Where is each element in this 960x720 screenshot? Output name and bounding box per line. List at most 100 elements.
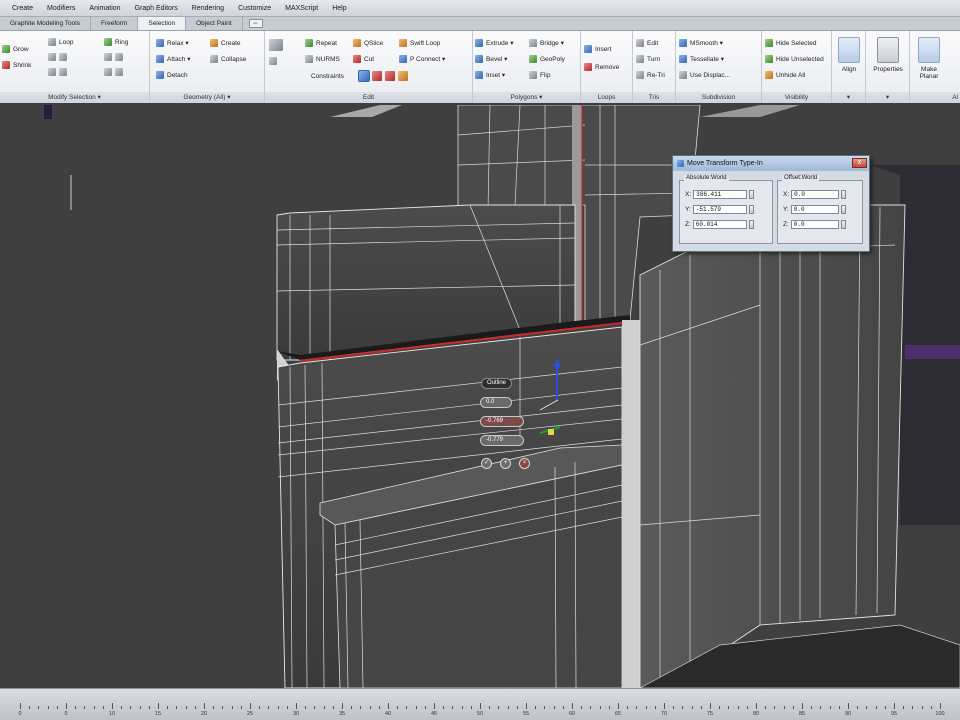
constraint-edge-icon[interactable] bbox=[372, 71, 382, 81]
loop-shift-button[interactable] bbox=[48, 53, 67, 61]
hide-selected-button[interactable]: Hide Selected bbox=[765, 39, 816, 47]
attach-button[interactable]: Attach ▾ bbox=[156, 55, 191, 63]
turn-button[interactable]: Turn bbox=[636, 55, 660, 63]
menu-rendering[interactable]: Rendering bbox=[192, 5, 224, 12]
timeline-minor-tick bbox=[424, 706, 426, 709]
bridge-button[interactable]: Bridge ▾ bbox=[529, 39, 564, 47]
timeline-ruler[interactable]: 0 5 10 15 20 25 30 35 40 45 50 55 60 65 70 75 80 85 90 95 10… bbox=[0, 688, 960, 720]
make-planar-icon[interactable] bbox=[918, 37, 940, 63]
unhide-all-icon bbox=[765, 71, 773, 79]
timeline-minor-tick bbox=[489, 706, 491, 709]
ring-mode-button[interactable] bbox=[104, 68, 123, 76]
bevel-button[interactable]: Bevel ▾ bbox=[475, 55, 507, 63]
hide-unselected-button[interactable]: Hide Unselected bbox=[765, 55, 824, 63]
constraint-none-icon[interactable] bbox=[358, 70, 370, 82]
panel-label-polygons[interactable]: Polygons ▾ bbox=[473, 92, 580, 103]
tab-object-paint[interactable]: Object Paint bbox=[186, 17, 243, 30]
inset-button[interactable]: Inset ▾ bbox=[475, 71, 505, 79]
timeline-minor-tick bbox=[369, 706, 371, 709]
detach-button[interactable]: Detach bbox=[156, 71, 188, 79]
ribbon-minimize-toggle[interactable]: ▫▫ bbox=[248, 19, 263, 28]
absolute-y-spinner[interactable] bbox=[748, 205, 754, 214]
panel-label-modify-selection[interactable]: Modify Selection ▾ bbox=[0, 92, 149, 103]
caddy-ok-button[interactable]: ✓ bbox=[481, 458, 492, 469]
timeline-minor-tick bbox=[277, 706, 279, 709]
tab-selection[interactable]: Selection bbox=[138, 17, 187, 30]
menu-customize[interactable]: Customize bbox=[238, 5, 271, 12]
panel-label-align[interactable]: ▾ bbox=[832, 92, 865, 103]
align-icon[interactable] bbox=[838, 37, 860, 63]
timeline-minor-tick bbox=[176, 706, 178, 709]
constraint-normal-icon[interactable] bbox=[398, 71, 408, 81]
ring-shift-button[interactable] bbox=[104, 53, 123, 61]
absolute-x-field[interactable]: 386.411 bbox=[693, 190, 748, 199]
panel-label-properties[interactable]: ▾ bbox=[866, 92, 909, 103]
menu-graph-editors[interactable]: Graph Editors bbox=[135, 5, 178, 12]
menu-create[interactable]: Create bbox=[12, 5, 33, 12]
tab-graphite-modeling-tools[interactable]: Graphite Modeling Tools bbox=[0, 17, 91, 30]
geopoly-button[interactable]: GeoPoly bbox=[529, 55, 565, 63]
loop-mode-button[interactable] bbox=[48, 68, 67, 76]
gizmo-plane-handle[interactable] bbox=[548, 429, 554, 435]
timeline-minor-tick bbox=[875, 706, 877, 709]
use-displace-button[interactable]: Use Displac... bbox=[679, 71, 730, 79]
dialog-titlebar[interactable]: Move Transform Type-In bbox=[673, 156, 869, 171]
constraint-face-icon[interactable] bbox=[385, 71, 395, 81]
insert-loop-button[interactable]: Insert bbox=[584, 45, 611, 53]
caddy-apply-button[interactable]: + bbox=[500, 458, 511, 469]
panel-label-geometry[interactable]: Geometry (All) ▾ bbox=[150, 92, 264, 103]
loop-button[interactable]: Loop bbox=[48, 38, 73, 46]
tessellate-icon bbox=[679, 55, 687, 63]
settings-button[interactable] bbox=[269, 57, 277, 65]
menu-animation[interactable]: Animation bbox=[89, 5, 120, 12]
absolute-y-field[interactable]: -51.579 bbox=[692, 205, 747, 214]
offset-y-spinner[interactable] bbox=[840, 205, 846, 214]
caddy-field-3[interactable]: -0.779 bbox=[480, 435, 524, 446]
cut-button[interactable]: Cut bbox=[353, 55, 374, 63]
timeline-minor-tick bbox=[443, 706, 445, 709]
dialog-close-button[interactable]: x bbox=[852, 158, 867, 168]
absolute-z-spinner[interactable] bbox=[748, 220, 754, 229]
grow-button[interactable]: Grow bbox=[2, 45, 29, 53]
ring-button[interactable]: Ring bbox=[104, 38, 128, 46]
remove-loop-button[interactable]: Remove bbox=[584, 63, 619, 71]
offset-z-field[interactable]: 0.0 bbox=[790, 220, 839, 229]
panel-label-edit: Edit bbox=[265, 92, 472, 103]
tab-freeform[interactable]: Freeform bbox=[91, 17, 139, 30]
flip-button[interactable]: Flip bbox=[529, 71, 550, 79]
caddy-cancel-button[interactable]: × bbox=[519, 458, 530, 469]
timeline-tick-label: 30 bbox=[292, 711, 300, 717]
timeline-tick bbox=[664, 703, 665, 709]
qslice-button[interactable]: QSlice bbox=[353, 39, 383, 47]
unhide-all-button[interactable]: Unhide All bbox=[765, 71, 805, 79]
properties-icon[interactable] bbox=[877, 37, 899, 63]
offset-x-field[interactable]: 0.0 bbox=[791, 190, 840, 199]
menu-help[interactable]: Help bbox=[332, 5, 346, 12]
collapse-button[interactable]: Collapse bbox=[210, 55, 246, 63]
shrink-button[interactable]: Shrink bbox=[2, 61, 31, 69]
offset-x-spinner[interactable] bbox=[841, 190, 847, 199]
tessellate-button[interactable]: Tessellate ▾ bbox=[679, 55, 724, 63]
absolute-x-spinner[interactable] bbox=[749, 190, 755, 199]
absolute-z-field[interactable]: 60.014 bbox=[692, 220, 747, 229]
timeline-minor-tick bbox=[774, 706, 776, 709]
preserve-uvs-button[interactable] bbox=[269, 39, 283, 51]
relax-button[interactable]: Relax ▾ bbox=[156, 39, 189, 47]
menu-maxscript[interactable]: MAXScript bbox=[285, 5, 318, 12]
edit-tris-button[interactable]: Edit bbox=[636, 39, 658, 47]
nurms-button[interactable]: NURMS bbox=[305, 55, 340, 63]
p-connect-button[interactable]: P Connect ▾ bbox=[399, 55, 445, 63]
create-button[interactable]: Create bbox=[210, 39, 241, 47]
swift-loop-button[interactable]: Swift Loop bbox=[399, 39, 440, 47]
repeat-button[interactable]: Repeat bbox=[305, 39, 337, 47]
msmooth-button[interactable]: MSmooth ▾ bbox=[679, 39, 723, 47]
offset-y-field[interactable]: 0.0 bbox=[790, 205, 839, 214]
caddy-field-1[interactable]: 0.0 bbox=[480, 397, 512, 408]
extrude-button[interactable]: Extrude ▾ bbox=[475, 39, 513, 47]
timeline-minor-tick bbox=[654, 706, 656, 709]
caddy-field-2[interactable]: -0.769 bbox=[480, 416, 524, 427]
absolute-world-label: Absolute:World bbox=[684, 175, 729, 181]
offset-z-spinner[interactable] bbox=[840, 220, 846, 229]
retri-button[interactable]: Re-Tri bbox=[636, 71, 665, 79]
menu-modifiers[interactable]: Modifiers bbox=[47, 5, 75, 12]
